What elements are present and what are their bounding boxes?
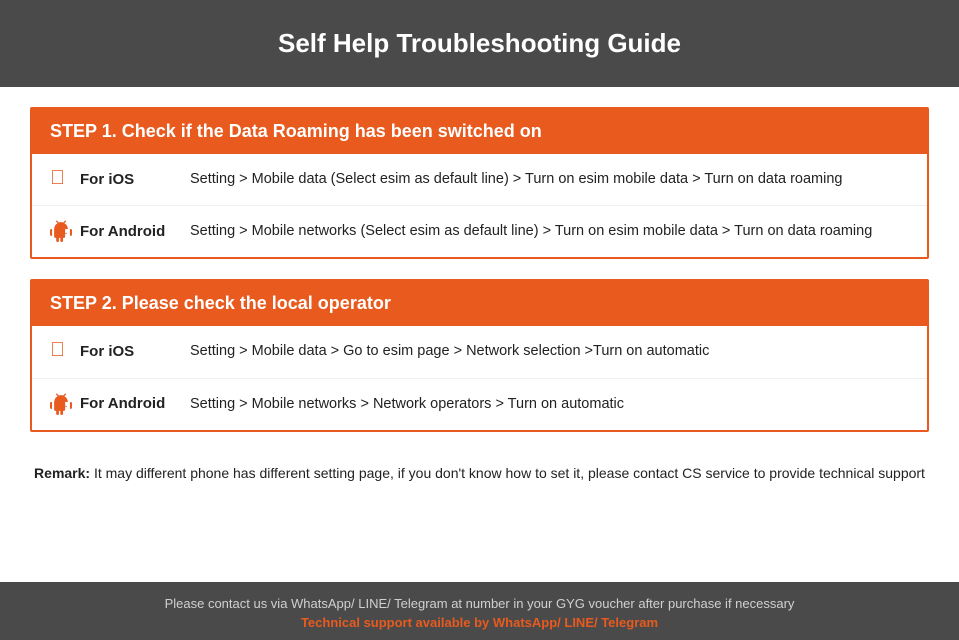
step1-android-label: For Android xyxy=(50,220,190,242)
android-icon xyxy=(50,220,72,242)
apple-icon:  xyxy=(50,168,72,190)
remark-label: Remark: xyxy=(34,465,90,481)
remark-section: Remark: It may different phone has diffe… xyxy=(30,452,929,504)
step1-android-description: Setting > Mobile networks (Select esim a… xyxy=(190,220,872,243)
footer-main-text: Please contact us via WhatsApp/ LINE/ Te… xyxy=(20,596,939,611)
step2-body:  For iOS Setting > Mobile data > Go to … xyxy=(32,326,927,429)
step1-body:  For iOS Setting > Mobile data (Select … xyxy=(32,154,927,257)
footer-support-text: Technical support available by WhatsApp/… xyxy=(20,615,939,630)
step2-header: STEP 2. Please check the local operator xyxy=(32,281,927,326)
step2-ios-description: Setting > Mobile data > Go to esim page … xyxy=(190,340,709,363)
step2-title: STEP 2. Please check the local operator xyxy=(50,293,909,314)
step1-block: STEP 1. Check if the Data Roaming has be… xyxy=(30,107,929,259)
step2-android-description: Setting > Mobile networks > Network oper… xyxy=(190,393,624,416)
step1-android-row: For Android Setting > Mobile networks (S… xyxy=(32,206,927,257)
step1-header: STEP 1. Check if the Data Roaming has be… xyxy=(32,109,927,154)
step2-block: STEP 2. Please check the local operator … xyxy=(30,279,929,431)
remark-text: It may different phone has different set… xyxy=(90,465,925,481)
main-content: STEP 1. Check if the Data Roaming has be… xyxy=(0,87,959,582)
page-header: Self Help Troubleshooting Guide xyxy=(0,0,959,87)
footer: Please contact us via WhatsApp/ LINE/ Te… xyxy=(0,582,959,640)
step1-title: STEP 1. Check if the Data Roaming has be… xyxy=(50,121,909,142)
android-icon-2 xyxy=(50,393,72,415)
step2-ios-row:  For iOS Setting > Mobile data > Go to … xyxy=(32,326,927,378)
step1-ios-row:  For iOS Setting > Mobile data (Select … xyxy=(32,154,927,206)
page-title: Self Help Troubleshooting Guide xyxy=(20,28,939,59)
apple-icon-2:  xyxy=(50,340,72,362)
step2-android-row: For Android Setting > Mobile networks > … xyxy=(32,379,927,430)
step1-ios-description: Setting > Mobile data (Select esim as de… xyxy=(190,168,842,191)
step2-ios-label:  For iOS xyxy=(50,340,190,362)
step1-ios-label:  For iOS xyxy=(50,168,190,190)
step2-android-label: For Android xyxy=(50,393,190,415)
